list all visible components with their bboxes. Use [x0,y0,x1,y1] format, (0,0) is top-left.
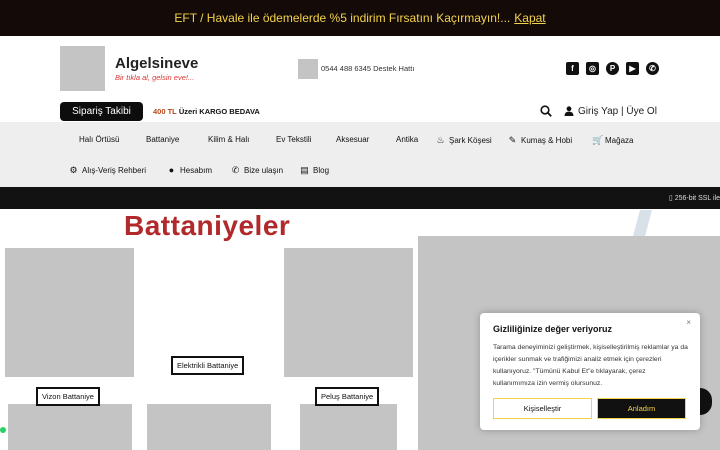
nav-item-label: Şark Köşesi [449,136,492,145]
nav-item-magaza[interactable]: 🛒 Mağaza [592,135,633,146]
cookie-title: Gizliliğinize değer veriyoruz [493,324,613,334]
nav-item-bize-ulasin[interactable]: ✆ Bize ulaşın [231,165,283,176]
nav-item-blog[interactable]: ▤ Blog [300,165,329,176]
page-title: Battaniyeler [124,210,291,241]
nav-item-ev-tekstili[interactable]: Ev Tekstili [276,135,311,144]
user-icon[interactable] [564,106,574,116]
security-strip: ▯ 256-bit SSL ile [0,187,720,209]
announcement-bar: EFT / Havale ile ödemelerde %5 indirim F… [0,0,720,36]
nav-item-hesabim[interactable]: ● Hesabım [167,165,212,175]
nav-item-antika[interactable]: Antika [396,135,418,144]
announcement-text: EFT / Havale ile ödemelerde %5 indirim F… [174,11,511,25]
free-shipping-notice: 400 TL Üzeri KARGO BEDAVA [153,107,260,116]
nav-item-label: Blog [313,166,330,175]
free-shipping-text: Üzeri KARGO BEDAVA [178,107,260,116]
whatsapp-icon[interactable]: ✆ [646,62,659,75]
category-image[interactable] [8,404,132,450]
cookie-consent-dialog: Gizliliğinize değer veriyoruz × Tarama d… [480,313,700,430]
pin-icon: ✎ [508,135,517,145]
category-image-pelus[interactable] [284,248,413,377]
utility-bar: Sipariş Takibi 400 TL Üzeri KARGO BEDAVA… [0,100,720,122]
gear-icon: ⚙ [69,165,78,175]
lock-icon: ▯ [668,195,673,202]
nav-item-label: Kilim & Halı [208,135,250,144]
nav-item-label: Hesabım [180,165,213,175]
nav-item-label: Kumaş & Hobi [521,136,573,145]
cart-icon: 🛒 [592,135,604,145]
nav-item-label: Alış-Veriş Rehberi [82,166,147,175]
nav-item-kilim-hali[interactable]: Kilim & Halı [208,135,249,144]
main-nav: Halı Örtüsü Battaniye Kilim & Halı Ev Te… [0,122,720,187]
category-label-elektrikli[interactable]: Elektrikli Battaniye [171,356,245,375]
accept-button[interactable]: Anladım [597,398,686,419]
login-register-link[interactable]: Giriş Yap | Üye Ol [578,106,657,117]
nav-item-sark-kosesi[interactable]: ♨ Şark Köşesi [436,135,492,146]
logo-image[interactable] [60,46,105,91]
announcement-close-link[interactable]: Kapat [514,11,545,25]
category-image[interactable] [147,404,271,450]
ssl-notice: ▯ 256-bit SSL ile [669,194,720,202]
nav-item-label: Ev Tekstili [276,135,312,144]
pinterest-icon[interactable]: P [606,62,619,75]
site-header: Algelsineve Bir tıkla al, gelsin eve!...… [0,36,720,100]
instagram-icon[interactable]: ◎ [586,62,599,75]
nav-item-label: Mağaza [605,136,634,145]
youtube-icon[interactable]: ▶ [626,62,639,75]
category-image[interactable] [300,404,397,450]
chat-indicator[interactable] [0,427,6,433]
phone-image [298,59,318,79]
nav-item-kumas-hobi[interactable]: ✎ Kumaş & Hobi [508,135,572,146]
cookie-text: Tarama deneyiminizi geliştirmek, kişisel… [493,344,688,387]
whatsapp-icon: ✆ [231,165,240,175]
nav-item-aksesuar[interactable]: Aksesuar [336,135,369,144]
customize-button[interactable]: Kişiselleştir [493,398,592,419]
nav-item-label: Battaniye [146,135,180,144]
facebook-icon[interactable]: f [566,62,579,75]
nav-item-alisveris-rehberi[interactable]: ⚙ Alış-Veriş Rehberi [69,165,146,176]
category-label-vizon[interactable]: Vizon Battaniye [36,387,100,406]
nav-item-hali-ortusu[interactable]: Halı Örtüsü [79,135,119,144]
free-shipping-amount: 400 TL [153,107,177,116]
blog-icon: ▤ [300,165,309,175]
brand-slogan: Bir tıkla al, gelsin eve!... [115,73,195,82]
category-label-pelus[interactable]: Peluş Battaniye [315,387,380,406]
support-phone[interactable]: 0544 488 6345 Destek Hattı [321,64,414,73]
social-links: f ◎ P ▶ ✆ [566,62,659,75]
ssl-text: 256-bit SSL ile [674,195,720,202]
hookah-icon: ♨ [436,135,445,145]
nav-item-battaniye[interactable]: Battaniye [146,135,179,144]
user-icon: ● [168,165,175,175]
nav-item-label: Bize ulaşın [244,166,284,175]
search-icon[interactable] [540,105,552,117]
brand-name[interactable]: Algelsineve [115,55,198,72]
nav-item-label: Antika [396,135,419,144]
order-tracking-button[interactable]: Sipariş Takibi [60,102,143,121]
category-image-vizon[interactable] [5,248,134,377]
close-icon[interactable]: × [686,318,691,327]
nav-item-label: Halı Örtüsü [79,135,120,144]
nav-item-label: Aksesuar [336,135,370,144]
